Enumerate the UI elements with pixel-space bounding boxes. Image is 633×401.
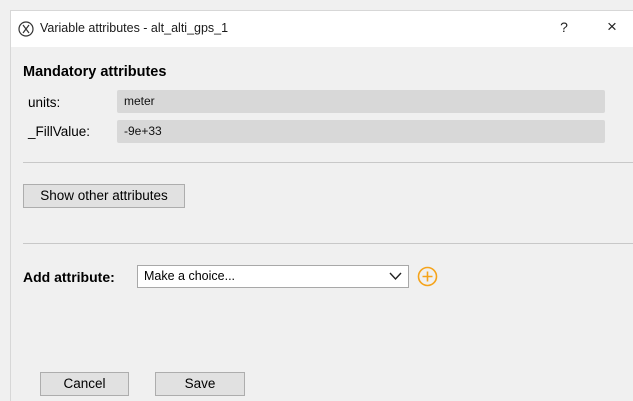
units-label: units: (28, 95, 61, 110)
show-other-attributes-button[interactable]: Show other attributes (23, 184, 185, 208)
app-logo-icon (18, 21, 34, 37)
save-button[interactable]: Save (155, 372, 245, 396)
add-circle-icon[interactable] (417, 266, 438, 287)
units-field[interactable]: meter (117, 90, 605, 113)
attribute-select-value: Make a choice... (144, 269, 236, 283)
fillvalue-field[interactable]: -9e+33 (117, 120, 605, 143)
help-button[interactable]: ? (551, 19, 577, 39)
mandatory-attributes-heading: Mandatory attributes (23, 64, 167, 80)
attribute-select[interactable]: Make a choice... (137, 265, 409, 288)
divider (23, 243, 633, 244)
chevron-down-icon (389, 272, 402, 281)
window-title: Variable attributes - alt_alti_gps_1 (40, 21, 229, 35)
variable-attributes-dialog: Variable attributes - alt_alti_gps_1 ? ×… (10, 10, 633, 401)
title-bar: Variable attributes - alt_alti_gps_1 ? × (11, 11, 633, 47)
close-button[interactable]: × (599, 17, 625, 39)
cancel-button[interactable]: Cancel (40, 372, 129, 396)
add-attribute-label: Add attribute: (23, 269, 115, 285)
divider (23, 162, 633, 163)
fillvalue-label: _FillValue: (28, 124, 91, 139)
